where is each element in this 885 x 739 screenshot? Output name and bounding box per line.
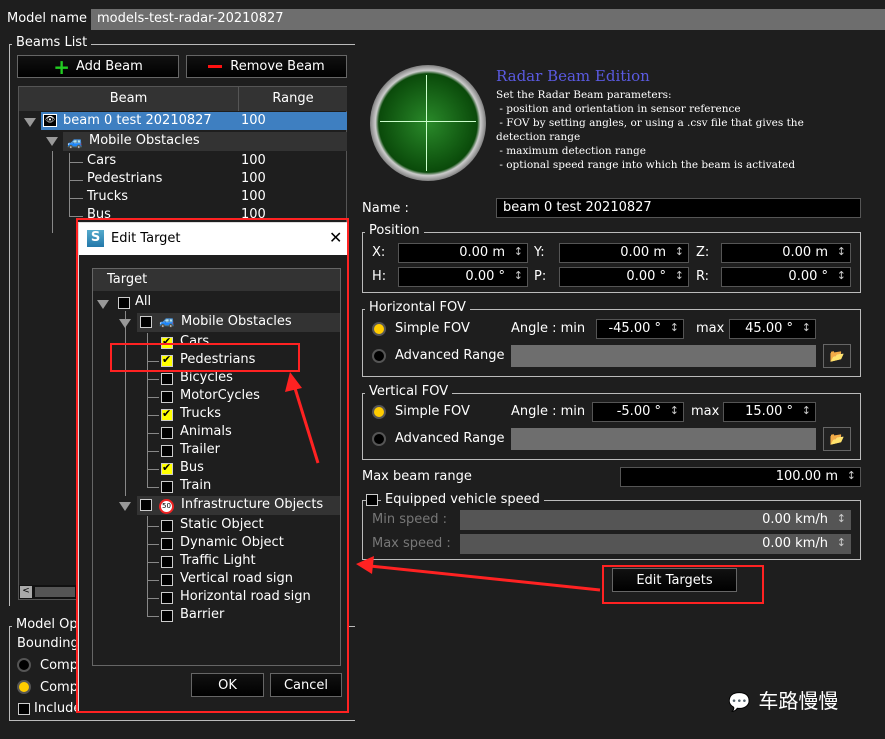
watermark: 💬 车路慢慢 <box>728 685 838 714</box>
annotation-arrows <box>285 372 601 592</box>
wechat-icon: 💬 <box>728 692 751 713</box>
watermark-text: 车路慢慢 <box>758 689 839 713</box>
